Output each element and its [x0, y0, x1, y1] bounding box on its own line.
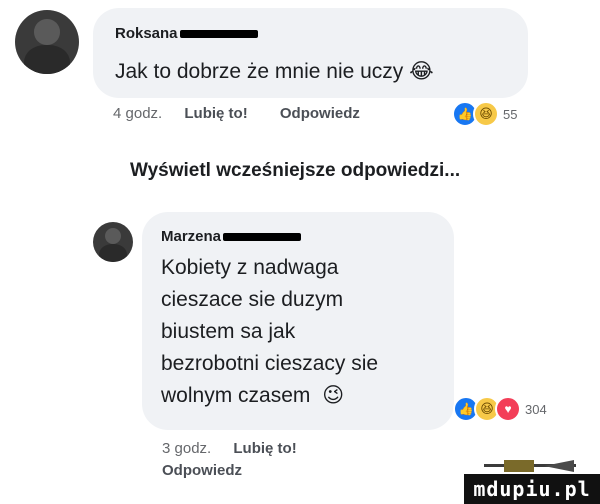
comment-line: bezrobotni cieszacy sie	[161, 352, 379, 375]
laughing-emoji: 😂	[409, 60, 434, 83]
comment-time[interactable]: 4 godz.	[113, 105, 162, 122]
comment-bubble-roksana: Roksana Jak to dobrze że mnie nie uczy 😂	[93, 8, 528, 98]
reaction-count: 55	[503, 106, 518, 122]
comment-author[interactable]: Roksana	[115, 25, 178, 42]
comment-line: Kobiety z nadwaga	[161, 256, 339, 279]
show-earlier-replies-link[interactable]: Wyświetl wcześniejsze odpowiedzi...	[130, 160, 460, 182]
comment-line: biustem sa jak	[161, 320, 296, 343]
comment-author[interactable]: Marzena	[161, 228, 221, 245]
watermark: mdupiu.pl	[464, 474, 600, 504]
winking-emoji: 😉	[322, 384, 345, 407]
avatar-marzena[interactable]	[93, 222, 133, 262]
reaction-count: 304	[525, 401, 547, 417]
like-link[interactable]: Lubię to!	[184, 105, 247, 122]
watermark-logo-icon	[484, 460, 576, 472]
reply-link[interactable]: Odpowiedz	[280, 105, 360, 122]
comment-line: cieszace sie duzym	[161, 288, 344, 311]
reaction-summary[interactable]: 👍 😆 ♥ 304	[453, 396, 547, 422]
comment-time[interactable]: 3 godz.	[162, 440, 211, 457]
reply-link[interactable]: Odpowiedz	[162, 462, 242, 479]
redacted-surname	[179, 29, 258, 38]
comment-line: wolnym czasem	[161, 384, 311, 407]
reaction-summary[interactable]: 👍 😆 55	[452, 101, 517, 127]
redacted-surname	[223, 232, 302, 241]
like-link[interactable]: Lubię to!	[233, 440, 296, 457]
comment-text: Jak to dobrze że mnie nie uczy	[115, 60, 404, 83]
love-icon: ♥	[495, 396, 521, 422]
comment-bubble-marzena: Marzena Kobiety z nadwaga cieszace sie d…	[142, 212, 454, 430]
avatar-roksana[interactable]	[15, 10, 79, 74]
haha-icon: 😆	[473, 101, 499, 127]
